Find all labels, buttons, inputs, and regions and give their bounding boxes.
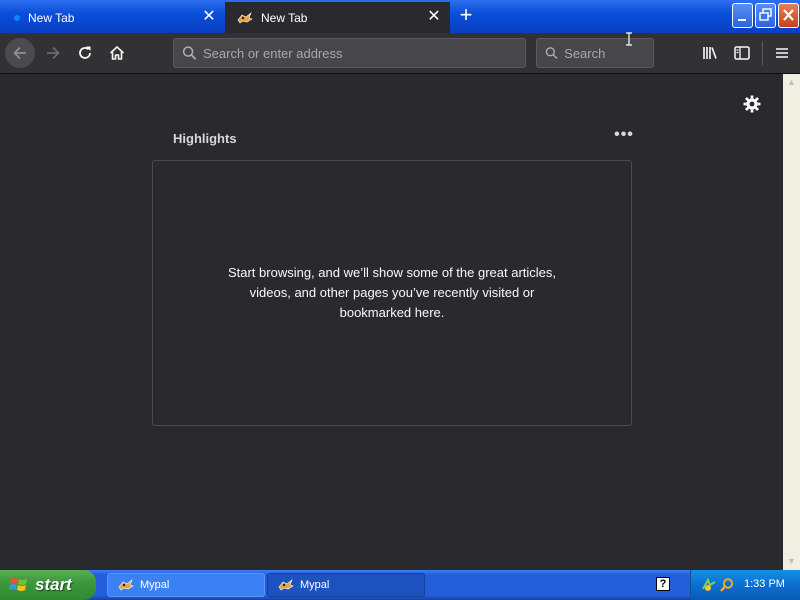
mypal-app-icon bbox=[118, 579, 134, 591]
tab-label: New Tab bbox=[28, 10, 75, 25]
restore-icon bbox=[759, 8, 772, 21]
windows-logo-icon bbox=[9, 578, 27, 591]
new-tab-page: Highlights ••• Start browsing, and we’ll… bbox=[0, 74, 783, 570]
new-tab-button[interactable]: + bbox=[452, 4, 480, 28]
toolbar-separator bbox=[762, 41, 763, 65]
highlights-empty-state: Start browsing, and we’ll show some of t… bbox=[152, 160, 632, 426]
help-icon[interactable]: ? bbox=[656, 577, 670, 591]
mypal-favicon-icon bbox=[237, 11, 253, 23]
highlights-title: Highlights bbox=[173, 131, 237, 146]
minimize-icon bbox=[738, 19, 746, 21]
highlights-empty-message: Start browsing, and we’ll show some of t… bbox=[227, 265, 557, 320]
home-icon bbox=[109, 46, 125, 60]
tab-new-tab-1[interactable]: New Tab ✕ bbox=[0, 2, 225, 33]
library-button[interactable] bbox=[695, 38, 725, 68]
network-tray-icon[interactable] bbox=[701, 577, 717, 593]
tab-label: New Tab bbox=[261, 10, 308, 25]
tab-loading-dot-icon bbox=[14, 14, 20, 21]
scroll-down-arrow-icon[interactable]: ▼ bbox=[783, 553, 800, 570]
tab-strip: New Tab ✕ New Tab ✕ + bbox=[0, 0, 800, 33]
gear-icon[interactable] bbox=[741, 93, 763, 115]
search-tray-icon[interactable] bbox=[719, 577, 735, 593]
close-icon bbox=[783, 9, 794, 21]
sidebar-icon bbox=[734, 46, 750, 60]
forward-button[interactable] bbox=[38, 38, 68, 68]
home-button[interactable] bbox=[102, 38, 132, 68]
open-menu-button[interactable] bbox=[767, 38, 797, 68]
search-input[interactable] bbox=[564, 45, 653, 61]
search-icon bbox=[182, 46, 197, 60]
start-label: start bbox=[35, 575, 72, 594]
taskbar-item-mypal-1[interactable]: Mypal bbox=[107, 573, 265, 597]
forward-arrow-icon bbox=[47, 46, 60, 60]
taskbar-clock[interactable]: 1:33 PM bbox=[744, 578, 785, 590]
start-button[interactable]: start bbox=[0, 570, 96, 600]
scroll-up-arrow-icon[interactable]: ▲ bbox=[783, 74, 800, 91]
windows-taskbar: start Mypal Mypal ? 1:33 PM bbox=[0, 570, 800, 600]
library-icon bbox=[703, 47, 717, 59]
hamburger-menu-icon bbox=[776, 48, 788, 58]
highlights-context-menu-button[interactable]: ••• bbox=[613, 127, 635, 146]
reload-icon bbox=[79, 46, 91, 59]
search-bar[interactable] bbox=[536, 38, 654, 68]
text-cursor-icon bbox=[626, 32, 632, 46]
reload-button[interactable] bbox=[70, 38, 100, 68]
restore-button[interactable] bbox=[755, 3, 776, 28]
mypal-app-icon bbox=[278, 579, 294, 591]
back-arrow-icon bbox=[13, 46, 26, 60]
search-icon bbox=[545, 47, 558, 59]
sidebar-button[interactable] bbox=[727, 38, 757, 68]
close-tab-icon[interactable]: ✕ bbox=[426, 9, 442, 25]
taskbar-item-label: Mypal bbox=[300, 579, 330, 591]
vertical-scrollbar[interactable]: ▲ ▼ bbox=[783, 74, 800, 570]
navigation-toolbar bbox=[0, 33, 800, 74]
minimize-button[interactable] bbox=[732, 3, 753, 28]
close-window-button[interactable] bbox=[778, 3, 799, 28]
taskbar-item-mypal-2[interactable]: Mypal bbox=[267, 573, 425, 597]
tab-new-tab-2[interactable]: New Tab ✕ bbox=[225, 2, 450, 33]
taskbar-item-label: Mypal bbox=[140, 579, 170, 591]
back-button[interactable] bbox=[5, 38, 35, 68]
address-bar[interactable] bbox=[173, 38, 526, 68]
address-input[interactable] bbox=[203, 45, 525, 61]
close-tab-icon[interactable]: ✕ bbox=[201, 9, 217, 25]
